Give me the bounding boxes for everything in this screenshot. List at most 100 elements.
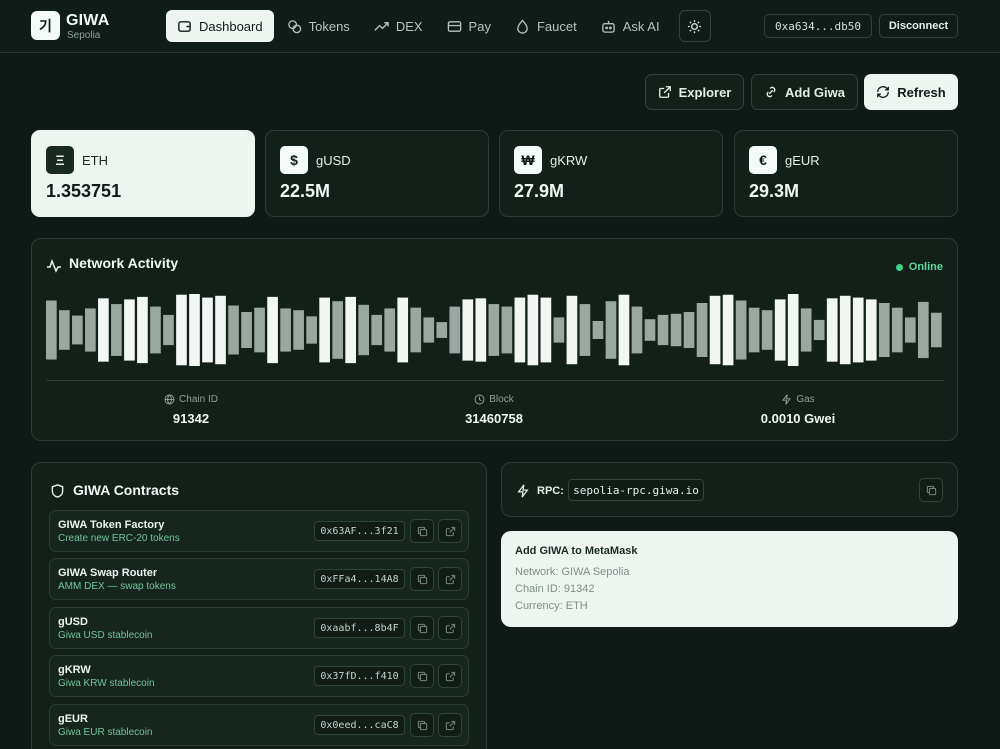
copy-icon (417, 623, 427, 633)
open-explorer-button[interactable] (438, 567, 462, 591)
activity-bar (423, 317, 435, 343)
activity-bar (631, 306, 643, 354)
wallet-address-chip[interactable]: 0xa634...db50 (764, 14, 872, 38)
nav-pay[interactable]: Pay (436, 10, 502, 42)
explorer-button[interactable]: Explorer (645, 74, 744, 110)
nav-faucet-label: Faucet (536, 18, 577, 34)
activity-bar (891, 307, 903, 353)
refresh-icon (877, 86, 890, 98)
copy-button[interactable] (410, 616, 434, 640)
copy-button[interactable] (410, 519, 434, 543)
activity-bar (501, 306, 513, 354)
contract-address: 0x0eed...caC8 (314, 715, 405, 735)
contract-desc: AMM DEX — swap tokens (58, 581, 176, 592)
activity-bar (59, 310, 70, 350)
block-value: 31460758 (465, 411, 523, 426)
droplet-icon (517, 18, 528, 34)
top-header: 기 GIWA Sepolia Dashboard Tokens DEX Pay … (0, 0, 1000, 53)
add-giwa-button[interactable]: Add Giwa (751, 74, 858, 110)
activity-bar (826, 298, 838, 362)
activity-bar (306, 316, 317, 344)
brand-logo[interactable]: 기 (31, 11, 60, 40)
contract-address: 0xFFa4...14A8 (314, 569, 405, 589)
activity-bar (319, 297, 330, 363)
copy-icon (417, 720, 427, 730)
brand-name: GIWA (66, 12, 110, 29)
activity-bar (514, 297, 526, 363)
token-card-geur[interactable]: € gEUR 29.3M (734, 130, 958, 217)
copy-icon (417, 526, 427, 536)
activity-bar (215, 295, 226, 365)
activity-bar (813, 319, 825, 341)
token-card-gkrw[interactable]: ₩ gKRW 27.9M (499, 130, 723, 217)
contract-desc: Giwa KRW stablecoin (58, 678, 155, 689)
network-activity-title: Network Activity (69, 255, 179, 271)
contract-address: 0x37fD...f410 (314, 666, 405, 686)
open-explorer-button[interactable] (438, 713, 462, 737)
activity-bar (280, 308, 291, 352)
external-link-icon (445, 526, 455, 536)
open-explorer-button[interactable] (438, 519, 462, 543)
disconnect-button[interactable]: Disconnect (879, 14, 958, 38)
copy-button[interactable] (410, 664, 434, 688)
nav-dex[interactable]: DEX (363, 10, 434, 42)
open-explorer-button[interactable] (438, 664, 462, 688)
rpc-copy-button[interactable] (919, 478, 943, 502)
rpc-url[interactable]: sepolia-rpc.giwa.io (568, 479, 704, 501)
activity-bar (787, 294, 799, 366)
copy-icon (417, 671, 427, 681)
online-dot-icon (895, 263, 903, 271)
activity-bar (540, 297, 552, 363)
activity-bar (475, 298, 487, 362)
token-card-gusd[interactable]: $ gUSD 22.5M (265, 130, 489, 217)
explorer-label: Explorer (678, 84, 732, 100)
main-nav: Dashboard Tokens DEX Pay Faucet Ask AI (166, 10, 711, 42)
activity-bar (384, 308, 396, 352)
online-status-label: Online (908, 261, 943, 273)
activity-bar (527, 294, 539, 366)
activity-bar (163, 314, 174, 346)
contract-name: GIWA Token Factory (58, 519, 165, 531)
activity-bar (267, 296, 278, 364)
token-balance: 27.9M (514, 181, 565, 201)
theme-toggle-button[interactable] (678, 10, 711, 42)
nav-tokens[interactable]: Tokens (276, 10, 361, 42)
dollar-icon: $ (280, 146, 308, 174)
copy-icon (417, 574, 427, 584)
contract-name: gUSD (58, 616, 88, 628)
contracts-title: GIWA Contracts (73, 482, 180, 498)
activity-bar (397, 297, 409, 363)
nav-ask-ai[interactable]: Ask AI (590, 10, 671, 42)
nav-tokens-label: Tokens (308, 18, 350, 34)
add-giwa-label: Add Giwa (785, 84, 845, 100)
nav-ask-ai-label: Ask AI (622, 18, 660, 34)
external-link-icon (445, 671, 455, 681)
activity-bar (761, 310, 773, 350)
external-link-icon (658, 86, 671, 98)
nav-faucet[interactable]: Faucet (504, 10, 588, 42)
block-stat: Block 31460758 (394, 394, 594, 426)
activity-bar (293, 310, 304, 350)
lightning-icon (517, 484, 529, 498)
activity-bar (904, 317, 916, 343)
copy-icon (926, 485, 936, 495)
activity-bar (358, 304, 370, 356)
activity-bar (709, 295, 721, 365)
refresh-button[interactable]: Refresh (864, 74, 958, 110)
contract-row: gEUR Giwa EUR stablecoin 0x0eed...caC8 (49, 704, 469, 746)
divider (46, 380, 944, 381)
token-card-eth[interactable]: Ξ ETH 1.353751 (31, 130, 255, 217)
activity-bar (553, 317, 565, 343)
open-explorer-button[interactable] (438, 616, 462, 640)
activity-bar (449, 306, 461, 354)
activity-bars (46, 294, 942, 366)
activity-bar (176, 294, 187, 366)
won-icon: ₩ (514, 146, 542, 174)
copy-button[interactable] (410, 567, 434, 591)
online-status: Online (895, 261, 943, 273)
gas-value: 0.0010 Gwei (760, 411, 836, 426)
nav-dashboard[interactable]: Dashboard (166, 10, 274, 42)
lightning-icon (782, 394, 792, 405)
copy-button[interactable] (410, 713, 434, 737)
metamask-title: Add GIWA to MetaMask (515, 545, 638, 557)
